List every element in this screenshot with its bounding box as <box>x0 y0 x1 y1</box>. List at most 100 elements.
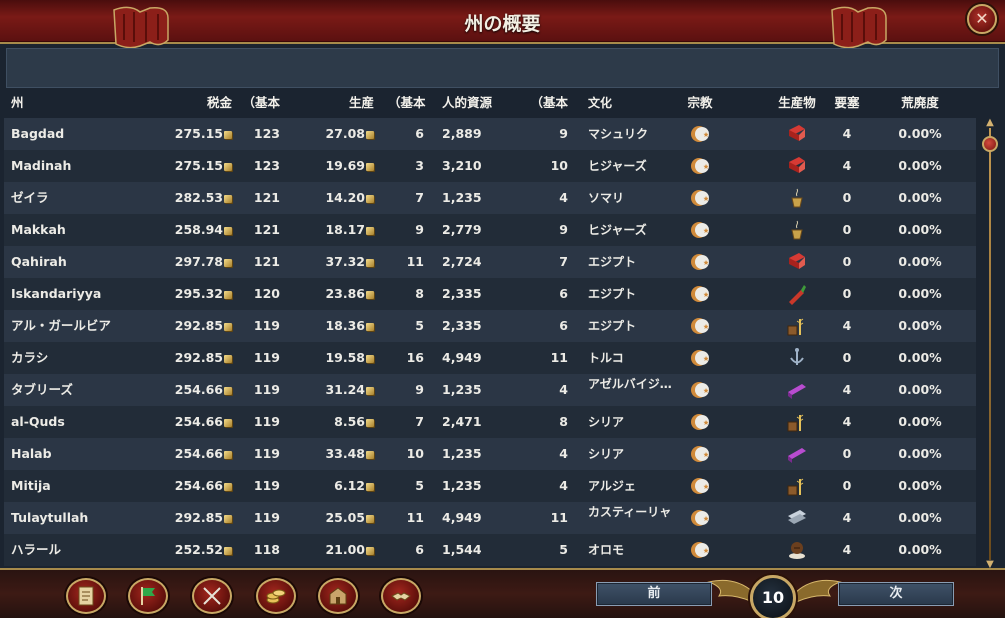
province-name[interactable]: al-Quds <box>11 406 161 438</box>
col-header-tax[interactable]: 税金 <box>144 90 232 118</box>
ducat-icon <box>224 195 232 203</box>
fort-level: 4 <box>842 414 852 429</box>
culture: オロモ <box>588 543 625 557</box>
devastation: 0.00% <box>898 190 942 205</box>
tax-base: 118 <box>253 542 280 557</box>
col-header-goods[interactable]: 生産物 <box>772 90 822 118</box>
tax-base: 119 <box>253 414 280 429</box>
table-row[interactable]: カラシ 292.85 119 19.58 16 4,949 11 トルコ 0 0.00% <box>4 342 976 374</box>
economy-button[interactable] <box>256 578 296 614</box>
ducat-icon <box>366 291 374 299</box>
military-button[interactable] <box>192 578 232 614</box>
province-name[interactable]: ハラール <box>11 534 161 566</box>
next-page-button[interactable]: 次 <box>838 582 954 606</box>
province-name[interactable]: Makkah <box>11 214 161 246</box>
ducat-icon <box>366 195 374 203</box>
prev-page-button[interactable]: 前 <box>596 582 712 606</box>
col-header-fort[interactable]: 要塞 <box>830 90 864 118</box>
production-value: 37.32 <box>296 246 374 278</box>
manpower-base: 10 <box>550 158 568 173</box>
devastation: 0.00% <box>898 478 942 493</box>
fort-level: 4 <box>842 126 852 141</box>
province-name[interactable]: Bagdad <box>11 118 161 150</box>
religion-cell <box>682 310 718 342</box>
manpower-base: 11 <box>550 510 568 525</box>
col-header-name[interactable]: 州 <box>11 90 161 118</box>
col-header-tax-base[interactable]: （基本 <box>238 90 280 118</box>
table-row[interactable]: Tulaytullah 292.85 119 25.05 11 4,949 11 カスティーリ… <box>4 502 976 534</box>
tax-base: 123 <box>253 158 280 173</box>
table-row[interactable]: ハラール 252.52 118 21.00 6 1,544 5 オロモ 4 0.00% <box>4 534 976 566</box>
naval-supplies-icon <box>772 342 822 374</box>
ducat-icon <box>366 131 374 139</box>
tax-value: 275.15 <box>144 150 232 182</box>
manpower-base: 9 <box>559 126 568 141</box>
col-header-culture[interactable]: 文化 <box>588 90 684 118</box>
devastation: 0.00% <box>898 222 942 237</box>
ducat-icon <box>224 419 232 427</box>
culture: トルコ <box>588 351 624 365</box>
table-row[interactable]: ゼイラ 282.53 121 14.20 7 1,235 4 ソマリ 0 0.00% <box>4 182 976 214</box>
table-row[interactable]: タブリーズ 254.66 119 31.24 9 1,235 4 アゼルバイジ… 4 0.00% <box>4 374 976 406</box>
col-header-devastation[interactable]: 荒廃度 <box>884 90 956 118</box>
table-row[interactable]: Iskandariyya 295.32 120 23.86 8 2,335 6 エジプト 0 0.… <box>4 278 976 310</box>
province-name[interactable]: Mitija <box>11 470 161 502</box>
ducat-icon <box>366 387 374 395</box>
province-name[interactable]: Madinah <box>11 150 161 182</box>
table-row[interactable]: Bagdad 275.15 123 27.08 6 2,889 9 マシュリク 4 0.00% <box>4 118 976 150</box>
col-header-manpower[interactable]: 人的資源 <box>442 90 512 118</box>
culture: ヒジャーズ <box>588 159 647 173</box>
fort-level: 4 <box>842 542 852 557</box>
ledger-button[interactable] <box>66 578 106 614</box>
table-row[interactable]: Qahirah 297.78 121 37.32 11 2,724 7 エジプト 0 0.00% <box>4 246 976 278</box>
province-name[interactable]: タブリーズ <box>11 374 161 406</box>
col-header-prod-base[interactable]: （基本 <box>388 90 426 118</box>
scroll-track[interactable] <box>989 128 991 560</box>
close-icon[interactable]: ✕ <box>967 4 997 34</box>
province-name[interactable]: Iskandariyya <box>11 278 161 310</box>
province-name[interactable]: Tulaytullah <box>11 502 161 534</box>
table-scrollbar[interactable]: ▲ ▼ <box>980 118 1000 570</box>
production-base: 7 <box>415 414 424 429</box>
tax-value: 292.85 <box>144 342 232 374</box>
sunni-crescent-icon <box>691 542 709 558</box>
table-row[interactable]: Halab 254.66 119 33.48 10 1,235 4 シリア 0 0.00% <box>4 438 976 470</box>
cloth-icon <box>772 150 822 182</box>
culture: エジプト <box>588 255 637 269</box>
tax-value: 254.66 <box>144 438 232 470</box>
province-name[interactable]: Qahirah <box>11 246 161 278</box>
diplomacy-button[interactable] <box>381 578 421 614</box>
table-row[interactable]: al-Quds 254.66 119 8.56 7 2,471 8 シリア 4 0.00% <box>4 406 976 438</box>
buildings-button[interactable] <box>318 578 358 614</box>
tax-base: 119 <box>253 382 280 397</box>
province-name[interactable]: アル・ガールビア <box>11 310 161 342</box>
province-name[interactable]: カラシ <box>11 342 161 374</box>
col-header-mp-base[interactable]: （基本 <box>522 90 568 118</box>
fort-level: 0 <box>842 446 852 461</box>
ducat-icon <box>224 259 232 267</box>
devastation: 0.00% <box>898 158 942 173</box>
table-row[interactable]: Mitija 254.66 119 6.12 5 1,235 4 アルジェ 0 0.00% <box>4 470 976 502</box>
table-row[interactable]: Makkah 258.94 121 18.17 9 2,779 9 ヒジャーズ 0 0.00% <box>4 214 976 246</box>
province-name[interactable]: ゼイラ <box>11 182 161 214</box>
sunni-crescent-icon <box>691 414 709 430</box>
devastation: 0.00% <box>898 350 942 365</box>
grain-icon <box>772 406 822 438</box>
col-header-religion[interactable]: 宗教 <box>682 90 718 118</box>
fort-level: 0 <box>842 190 852 205</box>
production-base: 8 <box>415 286 424 301</box>
culture: カスティーリャ <box>588 505 672 519</box>
tax-base: 121 <box>253 254 280 269</box>
scroll-up-icon[interactable]: ▲ <box>984 118 996 128</box>
flag-button[interactable] <box>128 578 168 614</box>
table-row[interactable]: アル・ガールビア 292.85 119 18.36 5 2,335 6 エジプト 4 0.00% <box>4 310 976 342</box>
production-value: 25.05 <box>296 502 374 534</box>
filter-strip <box>6 48 999 88</box>
tax-value: 252.52 <box>144 534 232 566</box>
table-row[interactable]: Madinah 275.15 123 19.69 3 3,210 10 ヒジャーズ 4 0.00% <box>4 150 976 182</box>
col-header-production[interactable]: 生産 <box>296 90 374 118</box>
production-value: 21.00 <box>296 534 374 566</box>
incense-icon <box>772 214 822 246</box>
scroll-thumb[interactable] <box>982 136 998 152</box>
province-name[interactable]: Halab <box>11 438 161 470</box>
